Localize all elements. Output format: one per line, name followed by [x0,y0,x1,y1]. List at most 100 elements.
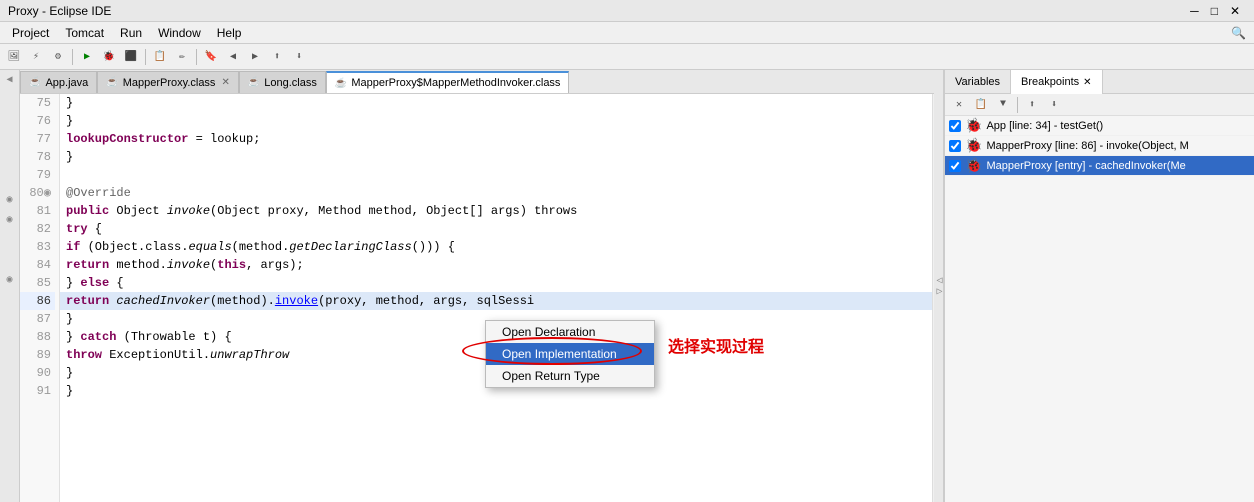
ln-78: 78 [20,148,55,166]
debug-btn-3[interactable]: ▼ [993,95,1013,115]
right-tab-breakpoints[interactable]: Breakpoints ✕ [1011,70,1102,94]
debug-item-3[interactable]: 🐞 MapperProxy [entry] - cachedInvoker(Me [945,156,1254,176]
right-tab-breakpoints-close[interactable]: ✕ [1083,77,1091,88]
code-line-85: } else { [60,274,932,292]
ln-76: 76 [20,112,55,130]
toolbar: 🖼 ⚡ ⚙ ▶ 🐞 ⬛ 📋 ✏ 🔖 ◀ ▶ ⬆ ⬇ [0,44,1254,70]
right-tab-variables[interactable]: Variables [945,70,1011,94]
marker-13 [0,310,19,330]
toolbar-debug[interactable]: 🐞 [99,47,119,67]
marker-8: ◉ [0,210,19,230]
marker-3 [0,110,19,130]
search-icon[interactable]: 🔍 [1227,26,1250,40]
debug-item-2[interactable]: 🐞 MapperProxy [line: 86] - invoke(Object… [945,136,1254,156]
debug-item-label-2: MapperProxy [line: 86] - invoke(Object, … [986,140,1188,152]
marker-2 [0,90,19,110]
title-bar: Proxy - Eclipse IDE ─ □ ✕ [0,0,1254,22]
tab-invoker-icon: ☕ [335,78,347,89]
toolbar-sep-1 [72,49,73,65]
toolbar-btn-6[interactable]: ✏ [172,47,192,67]
tab-long-icon: ☕ [248,77,260,88]
right-toolbar: ✕ 📋 ▼ ⬆ ⬇ [945,94,1254,116]
ln-85: 85 [20,274,55,292]
ln-75: 75 [20,94,55,112]
debug-btn-5[interactable]: ⬇ [1044,95,1064,115]
debug-item-1[interactable]: 🐞 App [line: 34] - testGet() [945,116,1254,136]
right-tab-variables-label: Variables [955,76,1000,88]
debug-sep-1 [1017,97,1018,113]
toolbar-stop[interactable]: ⬛ [121,47,141,67]
tab-mapperpoxy-label: MapperProxy.class [123,77,216,89]
tab-invoker[interactable]: ☕ MapperProxy$MapperMethodInvoker.class [326,71,570,93]
menu-bar: Project Tomcat Run Window Help 🔍 [0,22,1254,44]
debug-item-dot-2: 🐞 [965,137,982,154]
debug-btn-4[interactable]: ⬆ [1022,95,1042,115]
tab-app-java[interactable]: ☕ App.java [20,71,97,93]
debug-item-label-3: MapperProxy [entry] - cachedInvoker(Me [986,160,1185,172]
ln-87: 87 [20,310,55,328]
tab-mapperpoxy-close[interactable]: ✕ [221,77,229,88]
code-line-82: try { [60,220,932,238]
ln-91: 91 [20,382,55,400]
code-line-79 [60,166,932,184]
toolbar-btn-9[interactable]: ▶ [245,47,265,67]
debug-items-list: 🐞 App [line: 34] - testGet() 🐞 MapperPro… [945,116,1254,502]
debug-btn-2[interactable]: 📋 [971,95,991,115]
ctx-open-declaration[interactable]: Open Declaration [486,321,654,343]
editor-section: ☕ App.java ☕ MapperProxy.class ✕ ☕ Long.… [20,70,944,502]
code-area[interactable]: } } lookupConstructor = lookup; } [60,94,932,502]
debug-btn-1[interactable]: ✕ [949,95,969,115]
ctx-open-implementation-label: Open Implementation [502,347,617,361]
ln-79: 79 [20,166,55,184]
ln-84: 84 [20,256,55,274]
debug-item-dot-3: 🐞 [965,157,982,174]
debug-checkbox-1[interactable] [949,120,961,132]
editor-content[interactable]: 75 76 77 78 79 80◉ 81 82 83 84 85 86 87 … [20,94,944,502]
ln-83: 83 [20,238,55,256]
window-close[interactable]: ✕ [1224,4,1246,18]
toolbar-btn-8[interactable]: ◀ [223,47,243,67]
toolbar-btn-10[interactable]: ⬆ [267,47,287,67]
tab-long[interactable]: ☕ Long.class [239,71,326,93]
ln-88: 88 [20,328,55,346]
marker-11: ◉ [0,270,19,290]
toolbar-sep-2 [145,49,146,65]
ln-82: 82 [20,220,55,238]
marker-15 [0,350,19,370]
code-line-86: return cachedInvoker(method).invoke(prox… [60,292,932,310]
tab-bar: ☕ App.java ☕ MapperProxy.class ✕ ☕ Long.… [20,70,944,94]
toolbar-btn-11[interactable]: ⬇ [289,47,309,67]
menu-help[interactable]: Help [209,24,250,42]
toolbar-run[interactable]: ▶ [77,47,97,67]
window-minimize[interactable]: ─ [1184,4,1205,18]
debug-checkbox-3[interactable] [949,160,961,172]
toolbar-btn-7[interactable]: 🔖 [201,47,221,67]
code-line-81: public Object invoke(Object proxy, Metho… [60,202,932,220]
debug-checkbox-2[interactable] [949,140,961,152]
menu-project[interactable]: Project [4,24,57,42]
ctx-open-return-type-label: Open Return Type [502,369,600,383]
ctx-open-return-type[interactable]: Open Return Type [486,365,654,387]
marker-17 [0,390,19,410]
main-area: ◀ ◉ ◉ ◉ ☕ App.java ☕ MapperProxy.class ✕ [0,70,1254,502]
window-maximize[interactable]: □ [1205,4,1224,18]
tab-app-java-label: App.java [45,77,88,89]
tab-mapperpoxy[interactable]: ☕ MapperProxy.class ✕ [97,71,239,93]
toolbar-btn-2[interactable]: ⚡ [26,47,46,67]
toolbar-sep-3 [196,49,197,65]
menu-run[interactable]: Run [112,24,150,42]
marker-14 [0,330,19,350]
code-line-78: } [60,148,932,166]
menu-window[interactable]: Window [150,24,209,42]
toolbar-btn-3[interactable]: ⚙ [48,47,68,67]
menu-tomcat[interactable]: Tomcat [57,24,112,42]
toolbar-btn-5[interactable]: 📋 [150,47,170,67]
toolbar-btn-1[interactable]: 🖼 [4,47,24,67]
ln-86: 86 [20,292,55,310]
marker-6 [0,170,19,190]
collapse-handle[interactable]: ◁▷ [934,70,944,502]
tab-app-java-icon: ☕ [29,77,41,88]
ctx-open-implementation[interactable]: Open Implementation [486,343,654,365]
marker-9 [0,230,19,250]
code-line-77: lookupConstructor = lookup; [60,130,932,148]
